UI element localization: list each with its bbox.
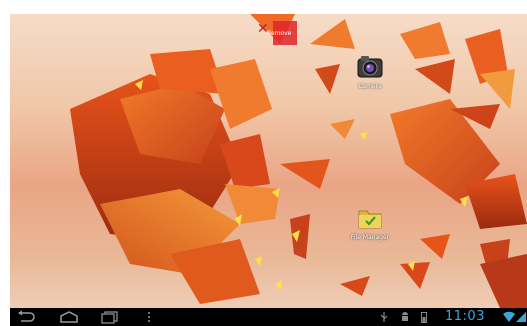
android-debug-icon [402, 312, 408, 321]
usb-icon [380, 312, 388, 322]
back-icon[interactable] [16, 310, 36, 324]
battery-icon [421, 312, 427, 323]
remove-drop-target[interactable]: ✕ Remove [253, 18, 323, 48]
camera-icon [357, 56, 383, 78]
wallpaper-shards [70, 14, 527, 308]
wifi-icon [503, 311, 515, 322]
remove-label: Remove [267, 30, 292, 37]
menu-icon[interactable] [146, 310, 152, 324]
system-bar: 11:03 [10, 308, 527, 326]
signal-icon [516, 312, 526, 322]
file-manager-label: File Manager [350, 234, 390, 241]
home-screen: ✕ Remove Camera File Manager 11:03 [10, 14, 527, 326]
recent-apps-icon[interactable] [100, 310, 120, 324]
status-clock: 11:03 [445, 309, 485, 324]
folder-icon [358, 210, 382, 229]
home-icon[interactable] [58, 310, 80, 324]
camera-label: Camera [358, 83, 382, 90]
